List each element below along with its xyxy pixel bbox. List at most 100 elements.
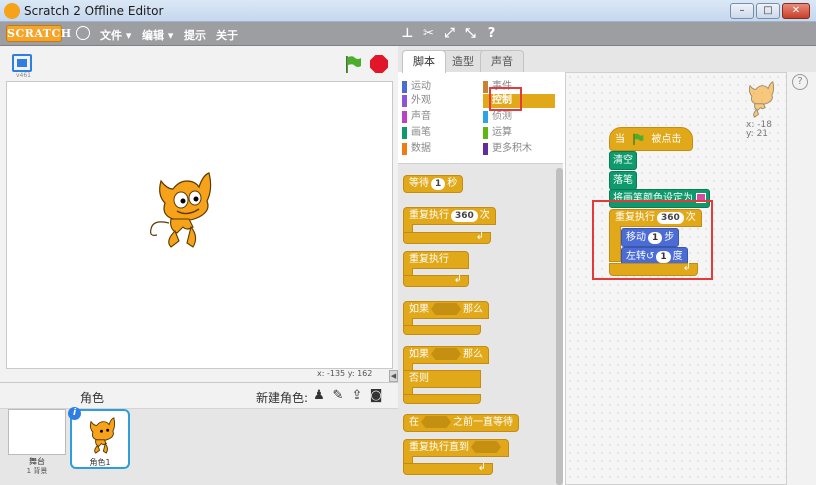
category-data[interactable]: 数据 — [402, 142, 472, 156]
block-help-icon[interactable]: ? — [484, 26, 499, 41]
close-button[interactable]: ✕ — [782, 3, 810, 19]
wait-block[interactable]: 等待 1 秒 — [403, 175, 464, 193]
palette-scrollbar[interactable] — [556, 168, 563, 485]
category-motion[interactable]: 运动 — [402, 80, 472, 94]
clear-block[interactable]: 清空 — [609, 151, 637, 170]
category-sound[interactable]: 声音 — [402, 110, 472, 124]
pen-down-block[interactable]: 落笔 — [609, 171, 637, 190]
wait-value[interactable]: 1 — [431, 178, 446, 190]
editor-tabs: 脚本 造型 声音 — [398, 46, 816, 73]
stage-panel: v461 x: -135 y: 162 — [0, 46, 398, 382]
stage-canvas[interactable] — [6, 81, 393, 369]
mouse-y-value: 162 — [357, 369, 373, 378]
tab-costumes[interactable]: 造型 — [441, 50, 485, 72]
minimize-button[interactable]: – — [730, 3, 754, 19]
category-color-swatch — [483, 127, 488, 139]
wait-until-suffix: 之前一直等待 — [453, 417, 513, 428]
right-side-strip — [787, 72, 816, 485]
if-label: 如果 — [409, 304, 429, 315]
version-label: v461 — [16, 72, 32, 79]
fullscreen-icon[interactable] — [12, 54, 32, 72]
paint-new-sprite-icon[interactable]: ✎ — [330, 388, 346, 404]
hat-when-label: 当 — [615, 134, 625, 145]
upload-sprite-icon[interactable]: ⇪ — [349, 388, 365, 404]
repeat-value[interactable]: 360 — [451, 210, 478, 222]
category-label: 运算 — [492, 127, 512, 138]
tab-sounds[interactable]: 声音 — [480, 50, 524, 72]
repeat-until-condition-slot[interactable] — [471, 441, 501, 453]
category-color-swatch — [483, 143, 488, 155]
category-color-swatch — [483, 111, 488, 123]
scratch-logo[interactable]: SCRATCH — [6, 25, 71, 42]
if-else-if-label: 如果 — [409, 349, 429, 360]
stop-sign-icon[interactable] — [370, 55, 388, 73]
palette-blocks: 等待 1 秒 重复执行 360 次 ↲ 重复执行 ↲ 如果 那么 如果 那么 否… — [398, 165, 563, 485]
mouse-x-value: -135 — [326, 369, 346, 378]
sprite-name: 角色1 — [89, 458, 111, 467]
choose-sprite-from-library-icon[interactable]: ♟ — [311, 388, 327, 404]
clear-label: 清空 — [613, 155, 633, 166]
wait-unit: 秒 — [447, 178, 458, 189]
scratch-app-icon — [4, 3, 20, 19]
category-color-swatch — [402, 95, 407, 107]
category-label: 画笔 — [411, 127, 431, 138]
wait-until-condition-slot[interactable] — [421, 416, 451, 428]
cat-thumbnail-icon — [89, 417, 116, 454]
sprite-info-icon[interactable]: i — [68, 407, 81, 420]
wait-until-label: 在 — [409, 417, 419, 428]
menu-file[interactable]: 文件 ▾ — [100, 27, 131, 43]
then-label: 那么 — [463, 304, 483, 315]
sprite-y: y: 21 — [746, 129, 769, 139]
window-title: Scratch 2 Offline Editor — [24, 4, 164, 18]
stage-toolbar: v461 — [0, 46, 398, 81]
cat-sprite[interactable] — [147, 167, 217, 251]
sprite-position: x: -18 y: 21 — [746, 121, 772, 139]
category-operators[interactable]: 运算 — [483, 126, 553, 140]
current-sprite-icon — [748, 81, 775, 118]
shrink-icon[interactable]: ⤡ — [463, 26, 478, 41]
wait-label: 等待 — [409, 178, 429, 189]
if-else-block[interactable]: 如果 那么 — [403, 346, 489, 364]
script-area[interactable]: x: -18 y: 21 当 被点击 清空 落笔 将画笔颜色设定为 重复执行 36… — [565, 72, 787, 485]
if-c-bottom — [403, 325, 481, 335]
menu-edit[interactable]: 编辑 ▾ — [142, 27, 173, 43]
grow-icon[interactable]: ⤢ — [442, 26, 457, 41]
help-question-icon[interactable]: ? — [792, 74, 808, 90]
hat-clicked-label: 被点击 — [651, 134, 682, 145]
if-else-c-bottom — [403, 394, 481, 404]
category-looks[interactable]: 外观 — [402, 94, 472, 108]
language-globe-icon[interactable] — [76, 26, 90, 40]
collapse-stage-arrow[interactable]: ◀ — [389, 370, 398, 382]
category-more-blocks[interactable]: 更多积木 — [483, 142, 553, 156]
repeat-c-bottom: ↲ — [403, 231, 491, 244]
if-else-condition-slot[interactable] — [431, 348, 461, 360]
repeat-label: 重复执行 — [409, 210, 449, 221]
sprite-pane: 角色 新建角色: ♟ ✎ ⇪ ◙ 舞台 1 背景 角色1 i — [0, 382, 398, 485]
category-color-swatch — [483, 95, 488, 107]
menu-about[interactable]: 关于 — [216, 27, 238, 43]
repeat-until-block[interactable]: 重复执行直到 — [403, 439, 509, 457]
wait-until-block[interactable]: 在 之前一直等待 — [403, 414, 519, 432]
green-flag-icon[interactable] — [344, 55, 362, 73]
when-flag-clicked-block[interactable]: 当 被点击 — [609, 127, 693, 151]
category-color-swatch — [483, 81, 488, 93]
sprites-label: 角色 — [80, 391, 105, 405]
category-sensing[interactable]: 侦测 — [483, 110, 553, 124]
menu-tips[interactable]: 提示 — [184, 27, 206, 43]
maximize-button[interactable]: □ — [756, 3, 780, 19]
repeat-block[interactable]: 重复执行 360 次 — [403, 207, 496, 225]
forever-block[interactable]: 重复执行 — [403, 251, 469, 269]
duplicate-stamp-icon[interactable]: ⊥ — [400, 26, 415, 41]
if-condition-slot[interactable] — [431, 303, 461, 315]
menu-bar: SCRATCH 文件 ▾ 编辑 ▾ 提示 关于 ⊥ ✂ ⤢ ⤡ ? — [0, 22, 816, 46]
category-label: 更多积木 — [492, 143, 532, 154]
delete-scissors-icon[interactable]: ✂ — [421, 26, 436, 41]
mouse-coordinates: x: -135 y: 162 — [317, 369, 372, 378]
stage-thumbnail[interactable] — [8, 409, 66, 455]
category-pen[interactable]: 画笔 — [402, 126, 472, 140]
camera-sprite-icon[interactable]: ◙ — [368, 388, 384, 404]
tab-scripts[interactable]: 脚本 — [402, 50, 446, 73]
repeat-unit: 次 — [479, 210, 490, 221]
if-then-block[interactable]: 如果 那么 — [403, 301, 489, 319]
highlight-repeat-box — [592, 200, 713, 280]
